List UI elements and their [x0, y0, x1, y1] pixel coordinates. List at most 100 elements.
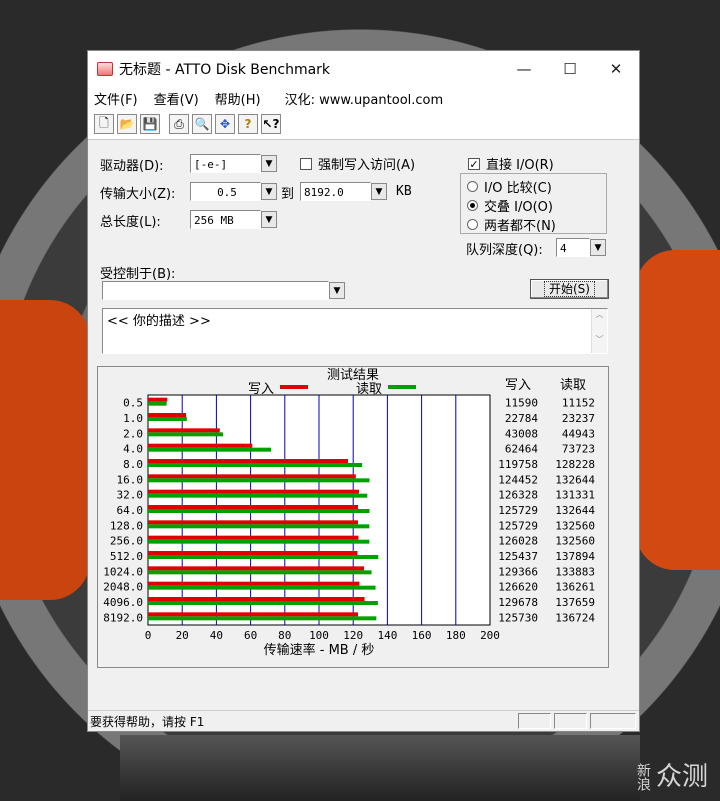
overlap-io-radio[interactable]: 交叠 I/O(O) — [467, 196, 606, 215]
bar-write — [148, 474, 356, 479]
bar-read — [148, 570, 372, 575]
chevron-down-icon[interactable]: ▼ — [371, 183, 387, 200]
data-label-read: 136724 — [555, 611, 595, 624]
io-compare-radio[interactable]: I/O 比较(C) — [467, 177, 606, 196]
data-label-write: 43008 — [505, 427, 538, 440]
bar-read — [148, 555, 379, 559]
background-bottom — [120, 735, 640, 801]
minimize-button[interactable]: — — [501, 51, 547, 87]
force-write-checkbox[interactable]: 强制写入访问(A) — [300, 154, 415, 173]
checkmark-icon[interactable]: ✓ — [468, 157, 480, 170]
y-tick-label: 4.0 — [123, 443, 143, 456]
menu-file[interactable]: 文件(F) — [94, 89, 138, 108]
background-orange-left — [0, 300, 90, 600]
x-tick-label: 200 — [480, 629, 500, 642]
window-controls: — ☐ ✕ — [501, 51, 639, 87]
context-help-icon[interactable]: ↖? — [261, 114, 281, 134]
legend-read-swatch — [388, 385, 416, 389]
description-scrollbar[interactable]: ︿ ﹀ — [591, 309, 607, 353]
to-label: 到 — [281, 187, 295, 202]
data-label-write: 22784 — [505, 412, 538, 425]
controlled-by-label: 受控制于(B): — [100, 267, 176, 282]
y-tick-label: 1024.0 — [103, 565, 143, 578]
description-box[interactable]: << 你的描述 >> ︿ ﹀ — [102, 308, 608, 354]
transfer-from-select[interactable]: 0.5 ▼ — [190, 182, 277, 201]
bar-read — [148, 432, 224, 437]
chevron-down-icon[interactable]: ▼ — [590, 239, 606, 256]
print-icon[interactable]: ⎙ — [169, 114, 189, 134]
bar-write — [148, 597, 365, 601]
bar-read — [148, 401, 167, 406]
menu-help[interactable]: 帮助(H) — [215, 89, 261, 108]
y-tick-label: 8192.0 — [103, 611, 143, 624]
kb-label: KB — [396, 184, 412, 199]
x-axis-label: 传输速率 - MB / 秒 — [264, 642, 375, 658]
drive-select[interactable]: [-e-] ▼ — [190, 154, 277, 173]
status-pane-1 — [518, 713, 551, 729]
background-orange-right — [635, 250, 720, 570]
drive-label: 驱动器(D): — [100, 159, 164, 174]
chevron-down-icon[interactable]: ▼ — [261, 211, 277, 228]
queue-depth-select[interactable]: 4 ▼ — [556, 238, 606, 257]
status-bar: 要获得帮助，请按 F1 — [88, 710, 639, 731]
x-tick-label: 60 — [244, 629, 257, 642]
chevron-down-icon[interactable]: ▼ — [329, 282, 345, 299]
status-pane-3 — [590, 713, 636, 729]
watermark: 新浪 众测 — [635, 763, 708, 791]
transfer-size-label: 传输大小(Z): — [100, 187, 176, 202]
data-label-read: 73723 — [562, 443, 595, 456]
bar-write — [148, 535, 359, 540]
checkbox-box[interactable] — [300, 157, 312, 170]
data-label-write: 125437 — [498, 550, 538, 563]
transfer-from-value: 0.5 — [190, 182, 261, 201]
bar-read — [148, 417, 187, 421]
bar-write — [148, 566, 365, 571]
y-tick-label: 4096.0 — [103, 596, 143, 609]
data-label-read: 133883 — [555, 565, 595, 578]
title-bar[interactable]: 无标题 - ATTO Disk Benchmark — ☐ ✕ — [88, 51, 639, 87]
transfer-to-select[interactable]: 8192.0 ▼ — [300, 182, 387, 201]
save-icon[interactable]: 💾 — [140, 114, 160, 134]
legend-write-label: 写入 — [248, 382, 274, 397]
close-button[interactable]: ✕ — [593, 51, 639, 87]
y-tick-label: 2048.0 — [103, 581, 143, 594]
controlled-by-select[interactable]: ▼ — [102, 281, 345, 300]
controlled-by-value — [102, 281, 329, 300]
x-tick-label: 80 — [278, 629, 291, 642]
move-icon[interactable]: ✥ — [215, 114, 235, 134]
bar-read — [148, 524, 370, 529]
total-length-label: 总长度(L): — [100, 215, 161, 230]
chevron-down-icon[interactable]: ▼ — [261, 183, 277, 200]
bar-write — [148, 581, 360, 586]
data-label-read: 23237 — [562, 412, 595, 425]
x-tick-label: 120 — [343, 629, 363, 642]
open-icon[interactable]: 📂 — [117, 114, 137, 134]
overlap-io-label: 交叠 I/O(O) — [484, 200, 553, 215]
bar-write — [148, 428, 220, 433]
data-label-write: 62464 — [505, 443, 538, 456]
data-label-write: 129366 — [498, 565, 538, 578]
print-preview-icon[interactable]: 🔍 — [192, 114, 212, 134]
bar-read — [148, 493, 368, 498]
chevron-down-icon[interactable]: ▼ — [261, 155, 277, 172]
menu-view[interactable]: 查看(V) — [154, 89, 199, 108]
bar-write — [148, 505, 358, 509]
start-button[interactable]: 开始(S) — [530, 279, 609, 299]
status-pane-2 — [554, 713, 587, 729]
data-label-write: 125729 — [498, 519, 538, 532]
help-icon[interactable]: ? — [238, 114, 258, 134]
y-tick-label: 512.0 — [110, 550, 143, 563]
bar-write — [148, 489, 359, 494]
direct-io-checkbox[interactable]: ✓ 直接 I/O(R) — [468, 154, 554, 173]
io-compare-label: I/O 比较(C) — [484, 181, 552, 196]
new-icon[interactable]: 🗋 — [94, 114, 114, 134]
bar-write — [148, 612, 358, 617]
neither-label: 两者都不(N) — [484, 219, 556, 234]
y-tick-label: 32.0 — [117, 489, 144, 502]
bar-read — [148, 509, 370, 513]
total-length-select[interactable]: 256 MB ▼ — [190, 210, 277, 229]
neither-radio[interactable]: 两者都不(N) — [467, 215, 606, 234]
maximize-button[interactable]: ☐ — [547, 51, 593, 87]
data-label-write: 119758 — [498, 458, 538, 471]
y-tick-label: 1.0 — [123, 412, 143, 425]
